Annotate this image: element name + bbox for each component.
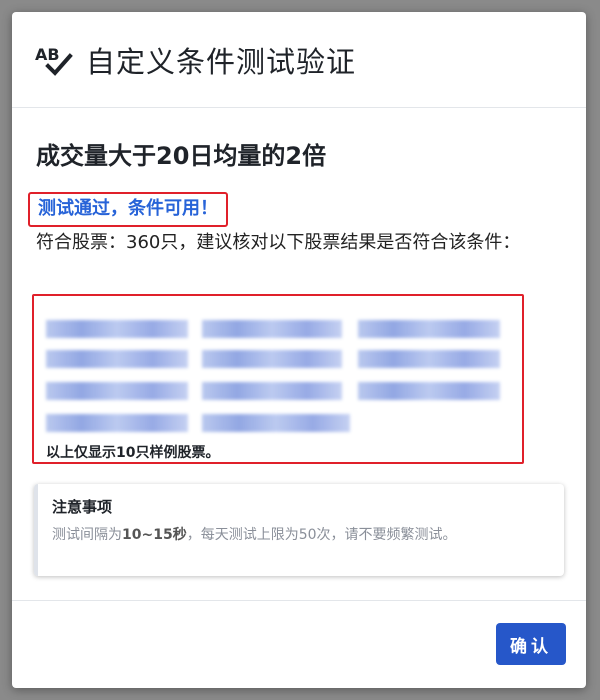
notice-text-prefix: 测试间隔为	[52, 527, 122, 543]
svg-text:AB: AB	[35, 45, 60, 64]
notice-accent-bar	[34, 484, 38, 576]
result-summary: 符合股票：360只，建议核对以下股票结果是否符合该条件：	[36, 232, 521, 253]
sample-stock-blurred	[358, 382, 500, 400]
notice-text: 测试间隔为10~15秒，每天测试上限为50次，请不要频繁测试。	[52, 524, 546, 546]
sample-stock-blurred	[358, 320, 500, 338]
notice-interval: 10~15秒	[122, 527, 187, 543]
dialog-body: 成交量大于20日均量的2倍 测试通过，条件可用！ 符合股票：360只，建议核对以…	[12, 142, 586, 257]
condition-title: 成交量大于20日均量的2倍	[36, 142, 327, 170]
sample-stock-blurred	[202, 414, 350, 432]
notice-card: 注意事项 测试间隔为10~15秒，每天测试上限为50次，请不要频繁测试。	[34, 484, 564, 576]
sample-stock-blurred	[46, 350, 188, 368]
test-status-message: 测试通过，条件可用！	[28, 192, 228, 227]
sample-stock-blurred	[46, 414, 188, 432]
dialog-header: AB 自定义条件测试验证	[12, 12, 586, 108]
sample-stock-blurred	[202, 350, 342, 368]
sample-stock-blurred	[46, 320, 188, 338]
test-dialog: AB 自定义条件测试验证 成交量大于20日均量的2倍 测试通过，条件可用！ 符合…	[12, 12, 586, 688]
spell-check-icon: AB	[34, 40, 76, 80]
confirm-button[interactable]: 确认	[496, 623, 566, 665]
sample-note: 以上仅显示10只样例股票。	[46, 445, 220, 461]
notice-title: 注意事项	[52, 498, 113, 516]
footer-divider	[12, 600, 586, 601]
sample-stock-blurred	[358, 350, 500, 368]
dialog-title: 自定义条件测试验证	[86, 44, 357, 79]
sample-stocks-panel: 以上仅显示10只样例股票。	[32, 294, 524, 464]
sample-stock-blurred	[46, 382, 188, 400]
notice-text-suffix: ，每天测试上限为50次，请不要频繁测试。	[186, 527, 457, 543]
sample-stock-blurred	[202, 320, 342, 338]
sample-stock-blurred	[202, 382, 342, 400]
